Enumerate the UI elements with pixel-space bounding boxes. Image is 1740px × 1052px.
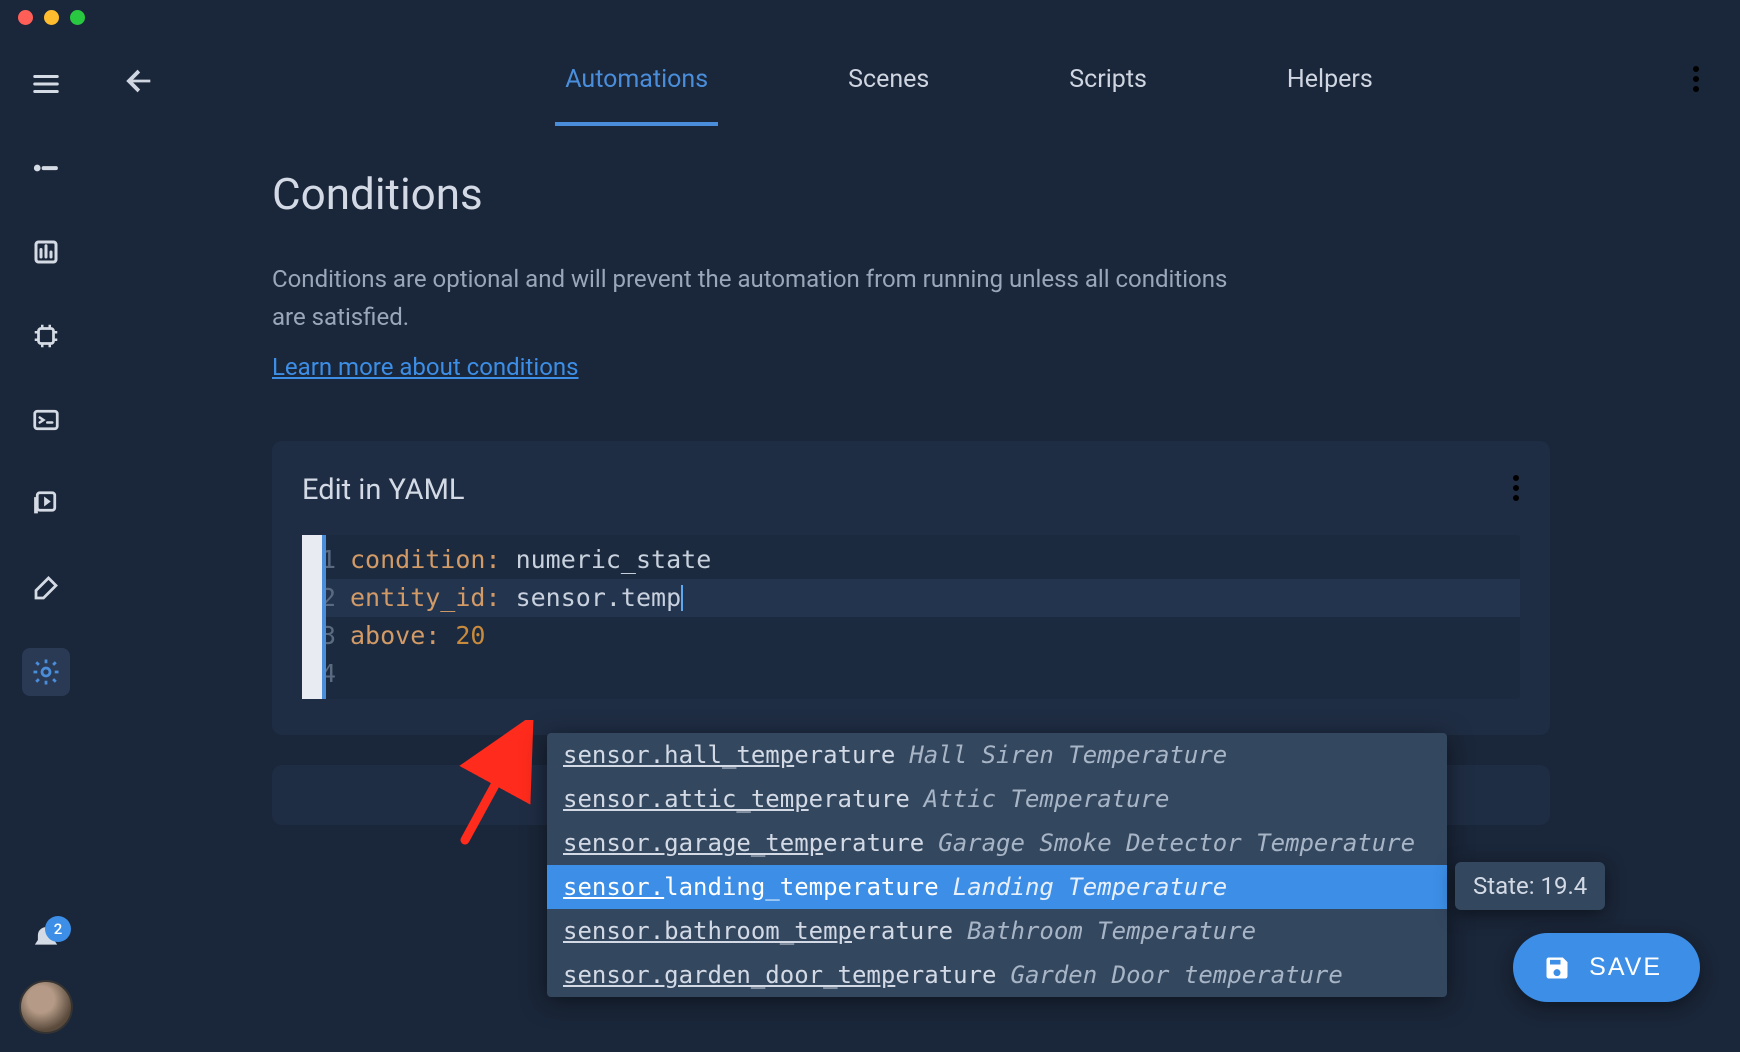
autocomplete-label: Garage Smoke Detector Temperature (938, 829, 1415, 857)
save-icon (1543, 954, 1571, 982)
hamburger-icon[interactable] (22, 60, 70, 108)
user-avatar[interactable] (19, 980, 73, 1034)
notifications-button[interactable]: 2 (31, 924, 61, 958)
autocomplete-id: sensor.landing_temperature (563, 873, 939, 901)
autocomplete-item[interactable]: sensor.hall_temperature Hall Siren Temper… (547, 733, 1447, 777)
yaml-editor-card: Edit in YAML 1condition: numeric_state2e… (272, 441, 1550, 735)
media-icon[interactable] (22, 480, 70, 528)
autocomplete-id: sensor.bathroom_temperature (563, 917, 953, 945)
code-line[interactable]: 3above: 20 (302, 617, 1520, 655)
learn-more-link[interactable]: Learn more about conditions (272, 353, 579, 381)
code-text: above: 20 (350, 621, 485, 650)
autocomplete-id: sensor.garden_door_temperature (563, 961, 997, 989)
autocomplete-label: Attic Temperature (924, 785, 1170, 813)
autocomplete-item[interactable]: sensor.attic_temperature Attic Temperatur… (547, 777, 1447, 821)
topbar-overflow-button[interactable] (1682, 54, 1710, 108)
devtools-icon[interactable] (22, 396, 70, 444)
autocomplete-label: Landing Temperature (953, 873, 1228, 901)
tab-automations[interactable]: Automations (555, 37, 718, 126)
code-line[interactable]: 1condition: numeric_state (302, 541, 1520, 579)
card-overflow-button[interactable] (1512, 473, 1520, 507)
code-text: condition: numeric_state (350, 545, 711, 574)
save-button[interactable]: SAVE (1513, 933, 1700, 1002)
autocomplete-label: Bathroom Temperature (967, 917, 1256, 945)
autocomplete-item[interactable]: sensor.bathroom_temperature Bathroom Temp… (547, 909, 1447, 953)
tab-helpers[interactable]: Helpers (1277, 37, 1383, 126)
window-close-button[interactable] (18, 10, 33, 25)
autocomplete-item[interactable]: sensor.garden_door_temperature Garden Doo… (547, 953, 1447, 997)
state-tooltip: State: 19.4 (1455, 862, 1605, 910)
card-title: Edit in YAML (302, 473, 465, 507)
settings-icon[interactable] (22, 648, 70, 696)
window-titlebar (0, 0, 1740, 34)
yaml-editor[interactable]: 1condition: numeric_state2entity_id: sen… (302, 535, 1520, 699)
autocomplete-id: sensor.hall_temperature (563, 741, 895, 769)
page-heading: Conditions (272, 168, 1550, 220)
autocomplete-item[interactable]: sensor.garage_temperature Garage Smoke De… (547, 821, 1447, 865)
window-minimize-button[interactable] (44, 10, 59, 25)
notification-count-badge: 2 (45, 916, 71, 942)
tab-scenes[interactable]: Scenes (838, 37, 939, 126)
page-description: Conditions are optional and will prevent… (272, 260, 1252, 337)
autocomplete-item[interactable]: sensor.landing_temperature Landing Temper… (547, 865, 1447, 909)
autocomplete-label: Hall Siren Temperature (909, 741, 1227, 769)
autocomplete-label: Garden Door temperature (1011, 961, 1343, 989)
tab-scripts[interactable]: Scripts (1059, 37, 1157, 126)
code-line[interactable]: 4 (302, 655, 1520, 693)
autocomplete-id: sensor.garage_temperature (563, 829, 924, 857)
build-icon[interactable] (22, 564, 70, 612)
code-line[interactable]: 2entity_id: sensor.temp (302, 579, 1520, 617)
history-icon[interactable] (22, 228, 70, 276)
tabs: Automations Scenes Scripts Helpers (256, 37, 1682, 126)
autocomplete-popup[interactable]: sensor.hall_temperature Hall Siren Temper… (547, 733, 1447, 997)
code-lines: 1condition: numeric_state2entity_id: sen… (302, 535, 1520, 699)
autocomplete-id: sensor.attic_temperature (563, 785, 910, 813)
editor-gutter (302, 535, 322, 699)
chip-icon[interactable] (22, 312, 70, 360)
save-button-label: SAVE (1589, 953, 1662, 982)
topbar: Automations Scenes Scripts Helpers (92, 34, 1740, 128)
overview-icon[interactable] (22, 144, 70, 192)
editor-gutter-active (322, 535, 326, 699)
sidebar: 2 (0, 34, 92, 1052)
back-button[interactable] (122, 64, 156, 98)
code-text: entity_id: sensor.temp (350, 583, 683, 612)
window-maximize-button[interactable] (70, 10, 85, 25)
